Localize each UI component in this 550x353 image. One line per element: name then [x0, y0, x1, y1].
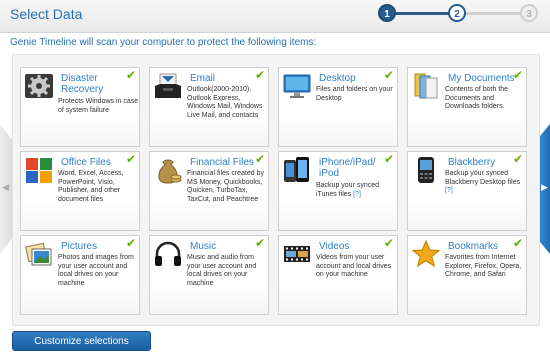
- card-music[interactable]: ✔ Music Music and audio from your user a…: [149, 235, 269, 315]
- card-description: Contents of both the Documents and Downl…: [445, 86, 509, 110]
- card-title: My Documents: [448, 73, 515, 84]
- star-icon: [411, 239, 441, 268]
- card-videos[interactable]: ✔ Videos Videos from your user account a…: [278, 235, 398, 315]
- blackberry-icon: [412, 156, 440, 184]
- headphones-icon: [154, 240, 182, 268]
- card-title: Financial Files: [190, 157, 254, 168]
- card-description: Financial files created by MS Money, Qui…: [187, 170, 265, 203]
- card-description: Favorites from Internet Explorer, Firefo…: [445, 254, 522, 278]
- documents-folder-icon: [412, 72, 440, 100]
- step-2[interactable]: 2: [448, 4, 466, 22]
- card-title: Email: [190, 73, 216, 84]
- iphone-icon: [283, 156, 311, 184]
- previous-page-arrow[interactable]: ◀: [0, 124, 12, 254]
- card-disaster-recovery[interactable]: ✔ Disaster Recovery Protects Windows in …: [20, 67, 140, 147]
- card-description: Music and audio from your user account a…: [187, 254, 257, 287]
- card-blackberry[interactable]: ✔ Blackberry Backup your synced Blackber…: [407, 151, 527, 231]
- card-description: Videos from your user account and local …: [316, 254, 392, 278]
- card-description: Photos and images from your user account…: [58, 254, 134, 287]
- card-pictures[interactable]: ✔ Pictures Photos and images from your u…: [20, 235, 140, 315]
- help-link[interactable]: [?]: [353, 191, 361, 198]
- card-my-documents[interactable]: ✔ My Documents Contents of both the Docu…: [407, 67, 527, 147]
- card-title: iPhone/iPad/ iPod: [319, 157, 376, 179]
- card-desktop[interactable]: ✔ Desktop Files and folders on your Desk…: [278, 67, 398, 147]
- data-type-grid: ✔ Disaster Recovery Protects Windows in …: [12, 54, 540, 326]
- step-3[interactable]: 3: [520, 4, 538, 22]
- email-tray-icon: [154, 72, 182, 100]
- instruction-text: Genie Timeline will scan your computer t…: [10, 37, 317, 48]
- chevron-left-icon: ◀: [2, 182, 9, 192]
- card-email[interactable]: ✔ Email Outlook(2000-2010), Outlook Expr…: [149, 67, 269, 147]
- office-files-icon: [25, 156, 53, 184]
- card-title: Office Files: [61, 157, 111, 168]
- header-bar: Select Data 1 2 3: [0, 0, 550, 33]
- chevron-right-icon: ▶: [541, 182, 548, 192]
- card-title: Disaster Recovery: [61, 73, 104, 95]
- pictures-icon: [25, 240, 53, 268]
- desktop-monitor-icon: [283, 72, 311, 100]
- card-description: Word, Excel, Access, PowerPoint, Visio, …: [58, 170, 124, 203]
- card-financial-files[interactable]: ✔ Financial Files Financial files create…: [149, 151, 269, 231]
- card-description: Protects Windows in case of system failu…: [58, 98, 139, 114]
- card-description: Backup your synced iTunes files: [316, 182, 380, 198]
- gear-icon: [25, 72, 53, 100]
- card-iphone-ipad-ipod[interactable]: ✔ iPhone/iPad/ iPod Backup your synced i…: [278, 151, 398, 231]
- card-bookmarks[interactable]: ✔ Bookmarks Favorites from Internet Expl…: [407, 235, 527, 315]
- card-title: Bookmarks: [448, 241, 499, 252]
- card-description: Backup your synced Blackberry Desktop fi…: [445, 170, 521, 186]
- page-title: Select Data: [10, 6, 83, 22]
- card-title: Videos: [319, 241, 350, 252]
- film-strip-icon: [283, 240, 311, 268]
- card-title: Desktop: [319, 73, 356, 84]
- card-description: Outlook(2000-2010), Outlook Express, Win…: [187, 86, 263, 119]
- card-description: Files and folders on your Desktop: [316, 86, 393, 102]
- card-office-files[interactable]: ✔ Office Files Word, Excel, Access, Powe…: [20, 151, 140, 231]
- customize-selections-button[interactable]: Customize selections: [12, 331, 151, 351]
- card-title: Blackberry: [448, 157, 496, 168]
- progress-stepper: 1 2 3: [376, 4, 542, 22]
- card-title: Music: [190, 241, 217, 252]
- help-link[interactable]: [?]: [445, 187, 453, 194]
- step-1[interactable]: 1: [378, 4, 396, 22]
- money-bag-icon: [154, 156, 182, 184]
- card-title: Pictures: [61, 241, 98, 252]
